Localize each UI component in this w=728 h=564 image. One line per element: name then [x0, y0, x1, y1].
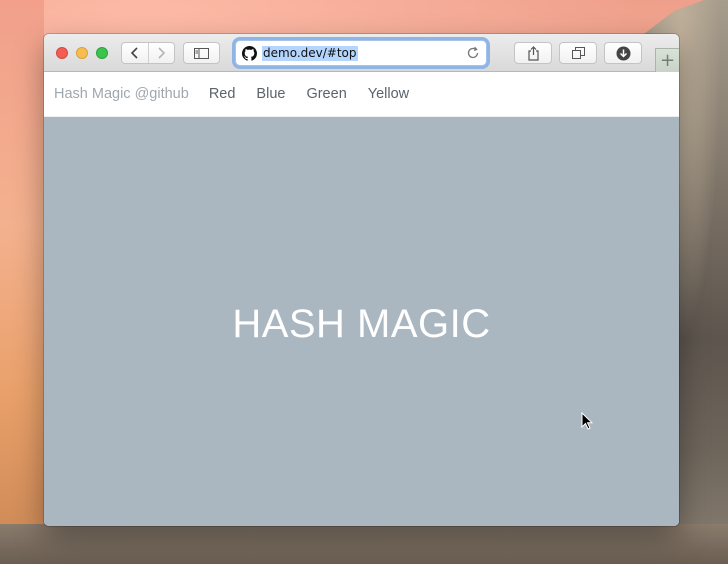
github-icon [242, 45, 257, 61]
minimize-window-button[interactable] [76, 47, 88, 59]
desktop-wallpaper-left [0, 0, 44, 564]
nav-link-blue[interactable]: Blue [256, 86, 285, 102]
close-window-button[interactable] [56, 47, 68, 59]
hero-title: HASH MAGIC [232, 301, 491, 346]
downloads-button[interactable] [604, 42, 642, 64]
browser-toolbar: demo.dev/#top + [44, 34, 679, 72]
download-icon [616, 46, 630, 60]
plus-icon: + [659, 49, 676, 71]
share-button[interactable] [514, 42, 552, 64]
sidebar-button[interactable] [183, 42, 220, 64]
sidebar-icon [194, 47, 209, 59]
tabs-overview-icon [571, 47, 585, 59]
nav-link-green[interactable]: Green [306, 86, 346, 102]
back-button[interactable] [122, 43, 148, 63]
site-navbar: Hash Magic @github Red Blue Green Yellow [44, 72, 679, 117]
nav-link-yellow[interactable]: Yellow [368, 86, 409, 102]
hero-section: HASH MAGIC [44, 117, 679, 526]
tabs-overview-button[interactable] [559, 42, 597, 64]
share-icon [527, 45, 539, 61]
brand-link[interactable]: Hash Magic @github [54, 86, 189, 102]
new-tab-button[interactable]: + [655, 48, 679, 72]
address-bar[interactable]: demo.dev/#top [235, 40, 487, 66]
web-page: Hash Magic @github Red Blue Green Yellow… [44, 72, 679, 526]
reload-icon[interactable] [466, 46, 480, 60]
chevron-left-icon [130, 47, 138, 59]
url-text[interactable]: demo.dev/#top [262, 45, 358, 61]
maximize-window-button[interactable] [96, 47, 108, 59]
back-forward-group [121, 42, 175, 64]
mouse-cursor-icon [581, 412, 593, 430]
desktop-wallpaper-ground [0, 524, 728, 564]
chevron-right-icon [158, 47, 166, 59]
browser-window: demo.dev/#top + Hash Magic @github Red B… [44, 34, 679, 526]
nav-link-red[interactable]: Red [209, 86, 236, 102]
forward-button[interactable] [147, 43, 174, 63]
